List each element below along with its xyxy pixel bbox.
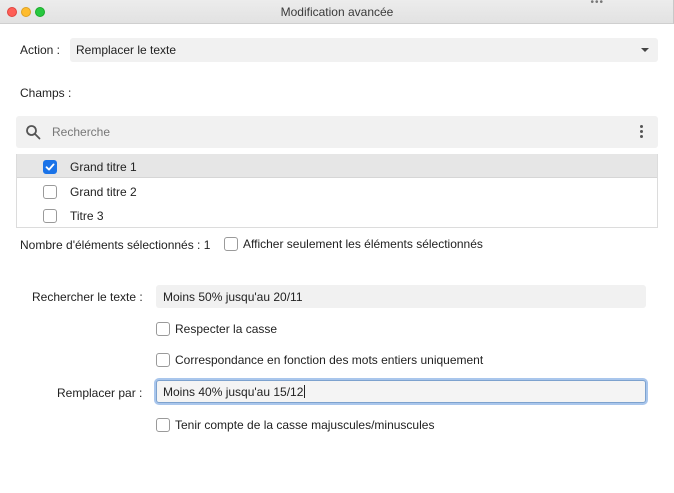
preserve-case-option[interactable]: Tenir compte de la casse majuscules/minu… xyxy=(156,418,434,432)
action-label: Action : xyxy=(20,43,61,57)
search-icon xyxy=(26,125,41,140)
show-selected-only-option[interactable]: Afficher seulement les éléments sélectio… xyxy=(224,237,483,251)
match-case-option[interactable]: Respecter la casse xyxy=(156,322,277,336)
fields-list: Grand titre 1 Grand titre 2 Titre 3 xyxy=(16,154,658,228)
more-vertical-icon[interactable] xyxy=(640,125,644,139)
check-icon xyxy=(45,163,55,171)
field-label-grand-titre-1: Grand titre 1 xyxy=(70,160,137,174)
chevron-down-icon xyxy=(641,48,649,52)
fields-label: Champs : xyxy=(20,86,72,100)
edge-dots-icon: ••• xyxy=(590,0,604,8)
show-selected-only-checkbox[interactable] xyxy=(224,237,238,251)
find-text-value: Moins 50% jusqu'au 20/11 xyxy=(163,290,303,304)
replace-label: Remplacer par : xyxy=(57,386,143,400)
window-title: Modification avancée xyxy=(280,5,394,19)
field-row-grand-titre-2[interactable]: Grand titre 2 xyxy=(17,179,657,203)
whole-words-option[interactable]: Correspondance en fonction des mots enti… xyxy=(156,353,483,367)
preserve-case-label: Tenir compte de la casse majuscules/minu… xyxy=(175,418,435,432)
field-label-titre-3: Titre 3 xyxy=(70,209,104,223)
field-checkbox-grand-titre-2[interactable] xyxy=(43,185,57,199)
action-select[interactable]: Remplacer le texte xyxy=(70,38,658,62)
field-row-grand-titre-1[interactable]: Grand titre 1 xyxy=(17,154,657,178)
field-row-titre-3[interactable]: Titre 3 xyxy=(17,203,657,227)
show-selected-only-label: Afficher seulement les éléments sélectio… xyxy=(243,237,483,251)
find-label: Rechercher le texte : xyxy=(32,290,143,304)
field-checkbox-grand-titre-1[interactable] xyxy=(43,160,57,174)
text-cursor xyxy=(304,385,306,398)
fields-search-input[interactable] xyxy=(52,122,612,142)
replace-text-field[interactable]: Moins 40% jusqu'au 15/12 xyxy=(156,380,646,403)
fields-search-bar xyxy=(16,116,658,148)
selected-count-text: Nombre d'éléments sélectionnés : 1 xyxy=(20,238,211,252)
window-titlebar: Modification avancée ••• xyxy=(0,0,674,24)
whole-words-checkbox[interactable] xyxy=(156,353,170,367)
find-text-field[interactable]: Moins 50% jusqu'au 20/11 xyxy=(156,285,646,308)
field-checkbox-titre-3[interactable] xyxy=(43,209,57,223)
field-label-grand-titre-2: Grand titre 2 xyxy=(70,185,137,199)
match-case-label: Respecter la casse xyxy=(175,322,278,336)
whole-words-label: Correspondance en fonction des mots enti… xyxy=(175,353,484,367)
action-select-value: Remplacer le texte xyxy=(76,43,177,57)
preserve-case-checkbox[interactable] xyxy=(156,418,170,432)
replace-text-value: Moins 40% jusqu'au 15/12 xyxy=(163,385,306,399)
match-case-checkbox[interactable] xyxy=(156,322,170,336)
